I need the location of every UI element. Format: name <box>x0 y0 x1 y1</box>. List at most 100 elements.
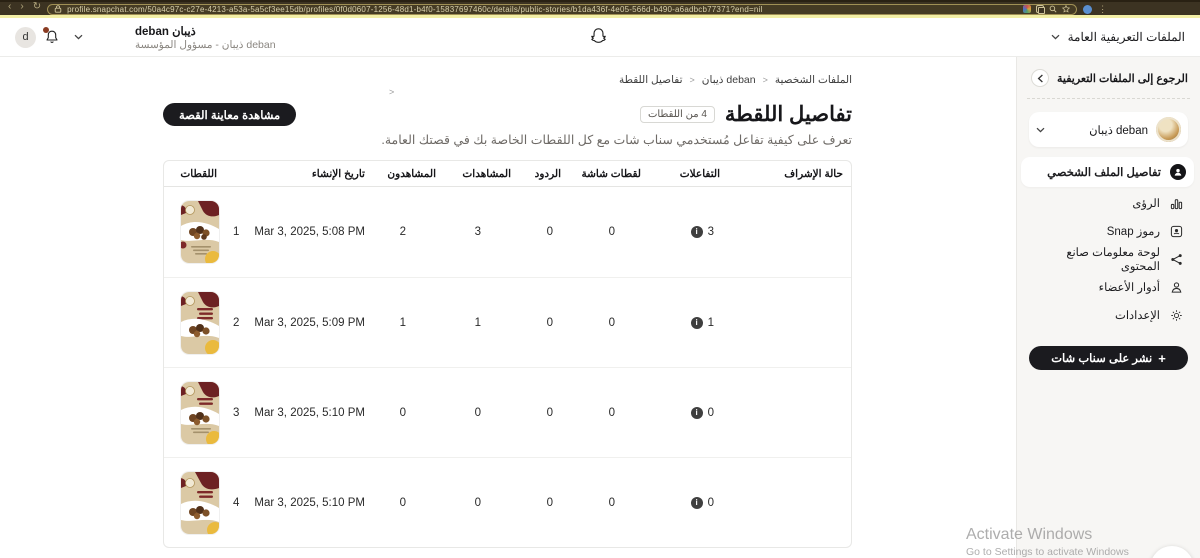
profile-switcher[interactable]: deban ذيبان <box>1029 112 1188 147</box>
back-icon[interactable]: ‹ <box>8 2 11 12</box>
breadcrumb: الملفات الشخصية deban ذيبان تفاصيل اللقط… <box>163 74 852 100</box>
site-info-icon[interactable] <box>54 5 62 13</box>
story-thumbnail[interactable] <box>181 201 219 263</box>
notifications-button[interactable] <box>43 27 60 45</box>
info-icon[interactable]: i <box>690 406 703 419</box>
breadcrumb-overflow-chevron <box>389 87 394 97</box>
created-date: Mar 3, 2025, 5:10 PM <box>254 496 365 509</box>
address-bar[interactable]: profile.snapchat.com/50a4c97c-c27e-4213-… <box>47 3 1078 15</box>
bookmark-star-icon[interactable] <box>1062 5 1071 13</box>
views-value: 0 <box>474 406 481 419</box>
sidebar-item-profile-details[interactable]: تفاصيل الملف الشخصي <box>1021 157 1194 187</box>
story-thumbnail[interactable] <box>181 471 219 534</box>
breadcrumb-item-profile[interactable]: deban ذيبان <box>702 74 756 86</box>
public-profiles-menu[interactable]: الملفات التعريفية العامة <box>1051 30 1185 44</box>
back-to-profiles[interactable]: الرجوع إلى الملفات التعريفية <box>1027 66 1190 99</box>
public-profiles-label: الملفات التعريفية العامة <box>1067 30 1185 44</box>
table-row[interactable]: 1 Mar 3, 2025, 5:08 PM 2 3 0 0 i3 <box>164 187 851 277</box>
table-row[interactable]: 3 Mar 3, 2025, 5:10 PM 0 0 0 0 i0 <box>164 367 851 457</box>
sidebar-item-settings[interactable]: الإعدادات <box>1027 301 1190 329</box>
sidebar-item-creator-hub[interactable]: لوحة معلومات صانع المحتوى <box>1027 245 1190 273</box>
column-header-screenshots: لقطات شاشة <box>581 167 641 180</box>
column-header-replies: الردود <box>534 167 561 180</box>
forward-icon[interactable]: › <box>20 2 23 12</box>
viewers-value: 0 <box>399 496 406 509</box>
interactions-value: 0 <box>707 406 714 419</box>
snap-number: 4 <box>233 496 240 509</box>
chevron-down-icon[interactable] <box>74 34 83 40</box>
column-header-views: المشاهدات <box>462 167 511 180</box>
table-header-row: اللقطات تاريخ الإنشاء المشاهدون المشاهدا… <box>164 161 851 187</box>
breadcrumb-separator <box>763 74 768 86</box>
interactions-value: 3 <box>707 226 714 238</box>
extension-icon[interactable] <box>1023 5 1032 13</box>
back-label: الرجوع إلى الملفات التعريفية <box>1057 72 1188 85</box>
views-value: 0 <box>474 496 481 509</box>
breadcrumb-separator <box>690 74 695 86</box>
profile-logo-avatar <box>1156 117 1181 142</box>
info-icon[interactable]: i <box>690 316 703 329</box>
snaps-table: اللقطات تاريخ الإنشاء المشاهدون المشاهدا… <box>163 160 852 548</box>
main-content: الملفات الشخصية deban ذيبان تفاصيل اللقط… <box>0 57 1016 558</box>
gear-icon <box>1169 308 1184 323</box>
viewers-value: 1 <box>399 316 406 329</box>
sidebar-item-snapcodes[interactable]: رموز Snap <box>1027 217 1190 245</box>
replies-value: 0 <box>546 406 553 419</box>
breadcrumb-item-snap-details[interactable]: تفاصيل اللقطة <box>619 74 683 86</box>
screenshots-value: 0 <box>608 406 615 419</box>
sidebar-item-label: تفاصيل الملف الشخصي <box>1047 167 1161 179</box>
member-icon <box>1169 280 1184 295</box>
back-chevron-icon <box>1031 69 1049 87</box>
user-avatar[interactable]: d <box>15 26 36 48</box>
translate-icon[interactable] <box>1036 5 1046 14</box>
column-header-viewers: المشاهدون <box>387 167 436 180</box>
created-date: Mar 3, 2025, 5:08 PM <box>254 226 365 238</box>
browser-profile-avatar[interactable] <box>1083 4 1093 14</box>
sidebar-item-label: أدوار الأعضاء <box>1098 282 1160 294</box>
sidebar-item-label: لوحة معلومات صانع المحتوى <box>1066 247 1160 273</box>
publish-on-snapchat-button[interactable]: + نشر على سناب شات <box>1029 346 1188 370</box>
table-row[interactable]: 2 Mar 3, 2025, 5:09 PM 1 1 0 0 i1 <box>164 277 851 367</box>
snapcodes-icon <box>1169 224 1184 239</box>
screenshots-value: 0 <box>608 496 615 509</box>
replies-value: 0 <box>546 226 553 238</box>
page-title: تفاصيل اللقطة <box>724 103 852 126</box>
account-info: deban ذيبان deban ذيبان - مسؤول المؤسسة <box>135 24 276 51</box>
sidebar-item-label: الإعدادات <box>1115 310 1160 322</box>
views-value: 1 <box>474 316 481 329</box>
profile-details-icon <box>1170 164 1186 180</box>
page: ‹ › ↻ profile.snapchat.com/50a4c97c-c27e… <box>0 0 1200 558</box>
sidebar-item-member-roles[interactable]: أدوار الأعضاء <box>1027 273 1190 301</box>
reload-icon[interactable]: ↻ <box>33 2 41 12</box>
column-header-created: تاريخ الإنشاء <box>311 167 365 180</box>
column-header-moderation: حالة الإشراف <box>784 167 843 180</box>
account-name: deban ذيبان <box>135 25 196 38</box>
story-thumbnail[interactable] <box>181 381 219 444</box>
view-story-preview-button[interactable]: مشاهدة معاينة القصة <box>163 103 297 126</box>
app-header: d deban ذيبان deban ذيبان - مسؤول المؤسس… <box>0 18 1200 57</box>
replies-value: 0 <box>546 496 553 509</box>
story-thumbnail[interactable] <box>181 291 219 354</box>
profile-name: deban ذيبان <box>1089 124 1148 137</box>
info-icon[interactable]: i <box>690 496 703 509</box>
interactions-value: 1 <box>707 316 714 329</box>
snapchat-ghost-icon <box>588 26 609 47</box>
sidebar-item-label: رموز Snap <box>1106 226 1160 238</box>
views-value: 3 <box>474 226 481 238</box>
interactions-value: 0 <box>707 496 714 509</box>
publish-button-label: نشر على سناب شات <box>1051 353 1153 365</box>
snap-number: 3 <box>233 406 240 419</box>
sidebar-item-insights[interactable]: الرؤى <box>1027 189 1190 217</box>
snap-number: 2 <box>233 316 240 329</box>
insights-icon <box>1169 196 1184 211</box>
browser-menu-icon[interactable]: ⋮ <box>1098 4 1107 14</box>
search-icon[interactable] <box>1049 5 1057 13</box>
info-icon[interactable]: i <box>690 226 703 238</box>
replies-value: 0 <box>546 316 553 329</box>
snap-count-badge: 4 من اللقطات <box>639 106 715 123</box>
screenshots-value: 0 <box>608 316 615 329</box>
table-row[interactable]: 4 Mar 3, 2025, 5:10 PM 0 0 0 0 i0 <box>164 457 851 547</box>
browser-nav-icons: ‹ › ↻ <box>8 2 41 12</box>
screenshots-value: 0 <box>608 226 615 238</box>
breadcrumb-item-profiles[interactable]: الملفات الشخصية <box>775 74 852 86</box>
